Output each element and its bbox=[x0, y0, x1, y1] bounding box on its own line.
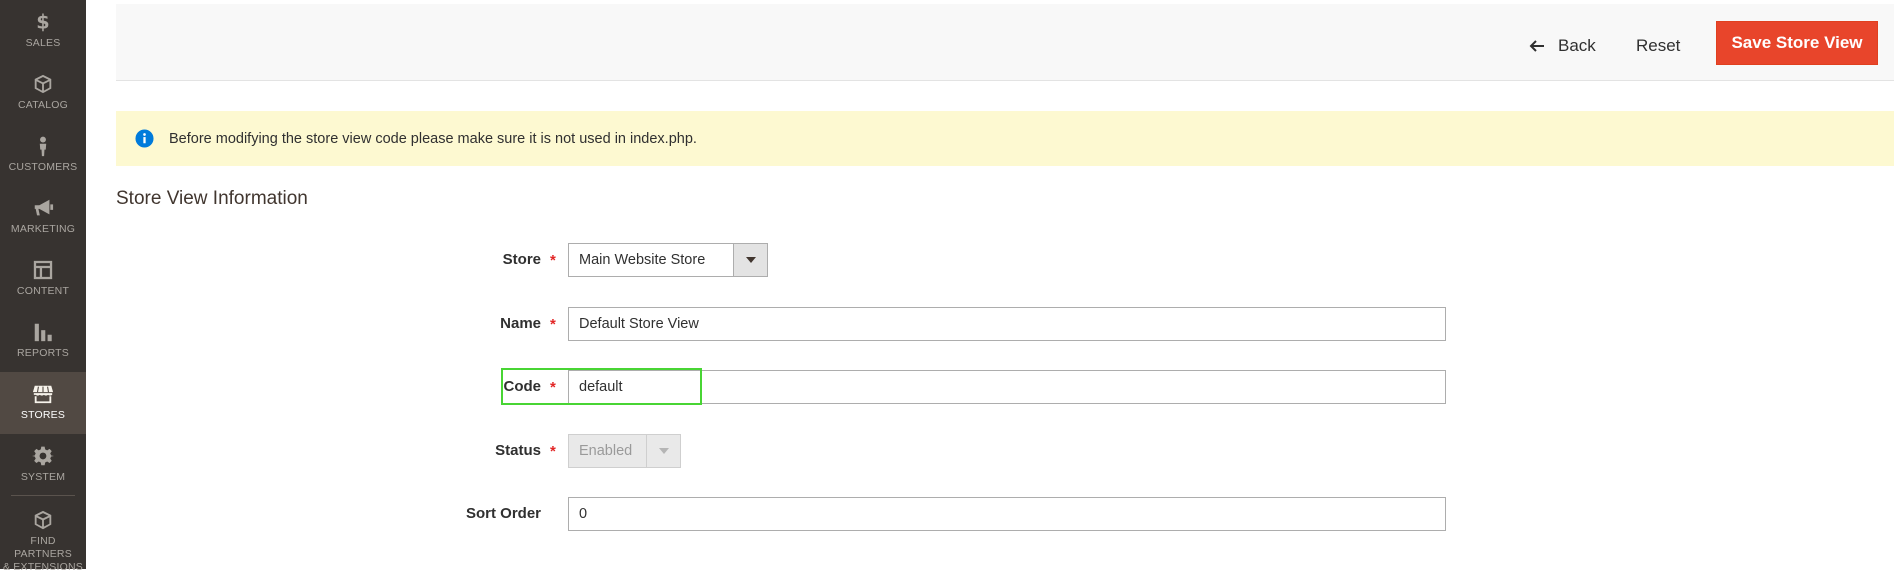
storefront-icon bbox=[31, 382, 55, 406]
status-select: Enabled bbox=[568, 434, 681, 468]
store-select[interactable]: Main Website Store bbox=[568, 243, 768, 277]
sidebar-item-system[interactable]: SYSTEM bbox=[0, 434, 86, 496]
store-select-value: Main Website Store bbox=[579, 252, 706, 268]
sidebar-item-label: SYSTEM bbox=[20, 471, 66, 483]
sidebar-item-label: STORES bbox=[20, 409, 66, 421]
sidebar-item-customers[interactable]: CUSTOMERS bbox=[0, 124, 86, 186]
person-icon bbox=[31, 134, 55, 158]
sort-order-input[interactable]: 0 bbox=[568, 497, 1446, 531]
extensions-icon bbox=[31, 510, 55, 532]
sidebar-item-marketing[interactable]: MARKETING bbox=[0, 186, 86, 248]
bar-chart-icon bbox=[31, 320, 55, 344]
sidebar-item-stores[interactable]: STORES bbox=[0, 372, 86, 434]
sidebar-item-find-partners[interactable]: FIND PARTNERS & EXTENSIONS bbox=[0, 500, 86, 573]
layout-icon bbox=[31, 258, 55, 282]
status-select-value: Enabled bbox=[579, 443, 633, 459]
required-marker: * bbox=[550, 379, 556, 396]
code-label: Code bbox=[503, 378, 542, 395]
sidebar-item-label: MARKETING bbox=[10, 223, 76, 235]
page-actions-bar: Back Reset Save Store View bbox=[116, 4, 1894, 81]
required-marker: * bbox=[550, 443, 556, 460]
megaphone-icon bbox=[31, 196, 55, 220]
sidebar-item-label: CATALOG bbox=[17, 99, 69, 111]
sort-order-label: Sort Order bbox=[465, 505, 541, 522]
sidebar-divider bbox=[11, 495, 75, 496]
back-button-label: Back bbox=[1558, 36, 1596, 55]
gear-icon bbox=[31, 444, 55, 468]
sidebar-item-label: REPORTS bbox=[17, 347, 69, 359]
sidebar-item-reports[interactable]: REPORTS bbox=[0, 310, 86, 372]
sidebar-item-content[interactable]: CONTENT bbox=[0, 248, 86, 310]
chevron-down-icon bbox=[646, 435, 680, 467]
admin-sidebar: $ SALES CATALOG CUSTOMERS MARKETING CONT… bbox=[0, 0, 86, 573]
chevron-down-icon bbox=[733, 244, 767, 276]
back-button[interactable]: Back bbox=[1528, 28, 1596, 64]
reset-button[interactable]: Reset bbox=[1636, 28, 1680, 64]
svg-text:$: $ bbox=[36, 11, 49, 33]
store-label: Store bbox=[502, 251, 541, 268]
sidebar-item-label: SALES bbox=[25, 37, 61, 49]
notice-text: Before modifying the store view code ple… bbox=[169, 130, 697, 147]
sidebar-item-label-line1: FIND PARTNERS bbox=[14, 535, 72, 560]
dollar-icon: $ bbox=[31, 10, 55, 34]
sidebar-item-catalog[interactable]: CATALOG bbox=[0, 62, 86, 124]
box-icon bbox=[31, 72, 55, 96]
sidebar-item-sales[interactable]: $ SALES bbox=[0, 0, 86, 62]
required-marker: * bbox=[550, 316, 556, 333]
status-label: Status bbox=[495, 442, 541, 459]
info-icon bbox=[135, 129, 154, 148]
sidebar-item-label: FIND PARTNERS & EXTENSIONS bbox=[0, 535, 86, 574]
save-store-view-button[interactable]: Save Store View bbox=[1716, 21, 1878, 65]
info-notice: Before modifying the store view code ple… bbox=[116, 111, 1894, 166]
arrow-left-icon bbox=[1528, 37, 1546, 55]
name-input[interactable]: Default Store View bbox=[568, 307, 1446, 341]
required-marker: * bbox=[550, 252, 556, 269]
name-label: Name bbox=[500, 315, 541, 332]
sidebar-item-label: CONTENT bbox=[16, 285, 70, 297]
sidebar-item-label-line2: & EXTENSIONS bbox=[2, 561, 83, 573]
code-input[interactable]: default bbox=[568, 370, 1446, 404]
sidebar-item-label: CUSTOMERS bbox=[8, 161, 78, 173]
section-title: Store View Information bbox=[116, 188, 308, 209]
